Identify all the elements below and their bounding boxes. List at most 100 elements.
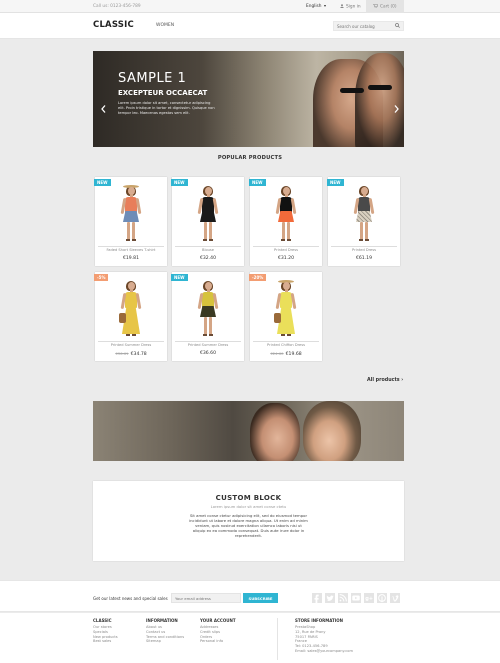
popular-products-title: POPULAR PRODUCTS [217,155,283,161]
custom-text-block: CUSTOM BLOCK Lorem ipsum dolor sit amet … [93,481,404,561]
old-price: €24.60 [270,351,284,356]
product-price: €19.81 [95,256,167,261]
slider-title: SAMPLE 1 [118,71,187,86]
language-selector[interactable]: English [306,4,326,9]
product-divider [253,246,319,247]
chevron-left-icon[interactable] [101,105,106,113]
cart-button[interactable]: Cart (0) [366,0,404,13]
product-card[interactable]: NEW Blouse €32.40 [171,177,244,266]
footer-column-title: YOUR ACCOUNT [200,618,236,623]
chevron-down-icon [323,4,326,7]
product-name[interactable]: Printed Dress [328,248,400,252]
store-info-title: STORE INFORMATION [295,618,343,623]
call-us-text: Call us: 0123-456-789 [93,4,141,9]
product-name[interactable]: Printed Dress [250,248,322,252]
product-badge: NEW [249,179,266,186]
chevron-right-icon[interactable] [394,105,399,113]
product-card[interactable]: NEW Printed Summer Dress €36.60 [171,272,244,361]
product-price: €61.19 [328,256,400,261]
product-divider [98,246,164,247]
product-divider [175,341,241,342]
product-image[interactable] [331,180,397,245]
sunglasses-shape [368,85,392,90]
newsletter-email-input[interactable] [171,593,241,603]
product-image[interactable] [175,180,241,245]
banner-woman-figure [250,403,300,461]
user-icon [340,4,344,8]
product-image[interactable] [98,275,164,340]
facebook-icon[interactable] [312,593,322,603]
current-price: €19.68 [285,352,302,357]
current-price: €34.78 [130,352,147,357]
footer-column-title: CLASSIC [93,618,112,623]
sign-in-label: Sign in [346,4,361,10]
vimeo-icon[interactable] [390,593,400,603]
product-divider [98,341,164,342]
menu-item-women[interactable]: WOMEN [156,23,174,28]
product-image[interactable] [98,180,164,245]
current-price: €61.19 [355,256,373,261]
language-label: English [306,4,322,9]
product-badge: NEW [94,179,111,186]
product-card[interactable]: -5% Printed Summer Dress €36.61 €34.78 [94,272,167,361]
googleplus-icon[interactable]: g+ [364,593,374,603]
product-image[interactable] [253,180,319,245]
newsletter-bar: Get our latest news and special sales SU… [0,580,500,612]
rss-icon[interactable] [338,593,348,603]
product-badge: NEW [327,179,344,186]
promo-banner[interactable] [93,401,404,461]
product-name[interactable]: Printed Summer Dress [95,343,167,347]
search-box [333,21,404,31]
product-card[interactable]: -20% Printed Chiffon Dress €24.60 €19.68 [249,272,322,361]
current-price: €32.40 [199,256,217,261]
store-info: STORE INFORMATION PrestaShop 12, Rue de P… [295,618,353,654]
current-price: €36.60 [199,351,217,356]
pinterest-icon[interactable] [377,593,387,603]
custom-block-text: Sit amet conse ctetur adipisicing elit, … [189,513,308,538]
product-divider [253,341,319,342]
footer-link[interactable]: Personal info [200,639,236,644]
all-products-link[interactable]: All products › [367,378,403,383]
product-image[interactable] [175,275,241,340]
footer-link[interactable]: Best sales [93,639,118,644]
sunglasses-shape [340,88,364,93]
twitter-icon[interactable] [325,593,335,603]
newsletter-label: Get our latest news and special sales [93,596,168,601]
store-info-line: Email: sales@yourcompany.com [295,648,353,653]
custom-block-title: CUSTOM BLOCK [215,494,282,502]
cart-icon [373,4,378,8]
youtube-icon[interactable] [351,593,361,603]
cart-label: Cart (0) [380,4,397,10]
product-name[interactable]: Printed Summer Dress [172,343,244,347]
product-card[interactable]: NEW Faded Short Sleeves T-shirt €19.81 [94,177,167,266]
svg-text:g+: g+ [365,596,373,602]
product-card[interactable]: NEW Printed Dress €61.19 [327,177,400,266]
product-card[interactable]: NEW Printed Dress €31.20 [249,177,322,266]
product-badge: NEW [171,179,188,186]
footer-link[interactable]: Sitemap [146,639,184,644]
product-badge: -20% [249,274,267,281]
footer-column-title: INFORMATION [146,618,178,623]
product-name[interactable]: Printed Chiffon Dress [250,343,322,347]
slider-text: Lorem ipsum dolor sit amet, consectetur … [118,101,215,115]
subscribe-button[interactable]: SUBSCRIBE [243,593,278,603]
footer-column: CLASSIC Our stores Specials New products Bes… [93,618,118,644]
custom-block-subtitle: Lorem ipsum dolor sit amet conse ctetu [210,504,287,509]
search-icon[interactable] [395,23,400,28]
search-input[interactable] [334,22,390,30]
product-name[interactable]: Blouse [172,248,244,252]
hero-slider[interactable]: SAMPLE 1 EXCEPTEUR OCCAECAT Lorem ipsum … [93,51,404,147]
slider-subtitle: EXCEPTEUR OCCAECAT [118,89,208,97]
product-badge: -5% [94,274,109,281]
product-divider [331,246,397,247]
slider-man-figure [355,53,404,147]
product-price: €32.40 [172,256,244,261]
all-products-label: All products [367,378,400,383]
footer-column: INFORMATION About us Contact us Terms and c… [146,618,184,644]
sign-in-link[interactable]: Sign in [340,4,361,10]
product-name[interactable]: Faded Short Sleeves T-shirt [95,248,167,252]
product-image[interactable] [253,275,319,340]
store-logo[interactable]: CLASSIC [93,20,134,30]
product-divider [175,246,241,247]
product-price: €36.60 [172,351,244,356]
